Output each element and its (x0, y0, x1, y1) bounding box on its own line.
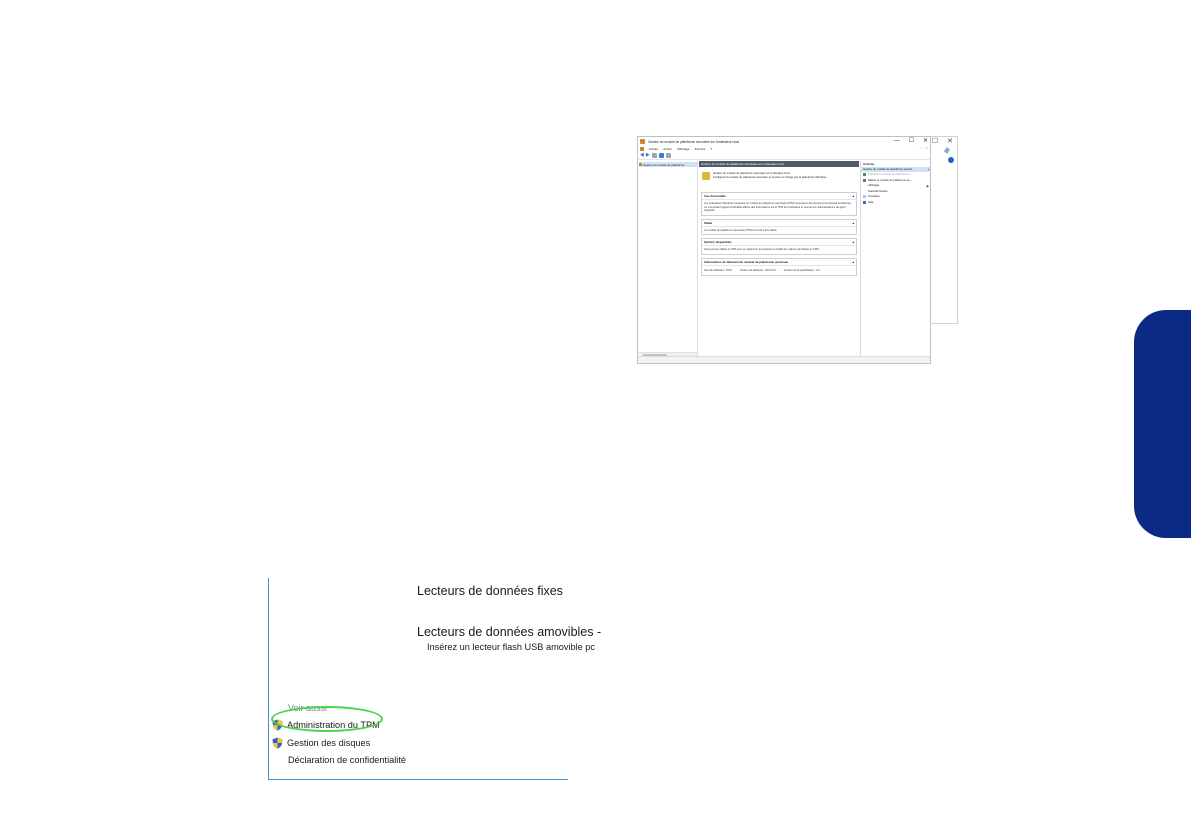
panel-bottom-border (268, 779, 568, 780)
overview-text: Les ordinateurs Windows contenant un mod… (704, 202, 852, 212)
submenu-arrow-icon: ▶ (926, 183, 929, 188)
collapse-icon[interactable]: ▴ (853, 260, 854, 264)
link-label: Déclaration de confidentialité (288, 755, 406, 765)
menu-fichier[interactable]: Fichier (649, 147, 658, 151)
intro: Gestion du module de plateforme sécurisé… (699, 167, 859, 189)
action-label: Affichage (868, 184, 880, 188)
link-privacy-statement[interactable]: Déclaration de confidentialité (288, 755, 406, 765)
options-text: Vous pouvez effacer le TPM pour en suppr… (704, 248, 820, 251)
overview-section: Vue d'ensemble ▴ Les ordinateurs Windows … (701, 192, 857, 216)
intro-line-2: Configurez le module de plateforme sécur… (713, 175, 827, 179)
back-arrow-icon[interactable]: ◀ (640, 153, 644, 158)
maximize-button[interactable]: ☐ (909, 137, 914, 146)
action-label: Actualiser (868, 195, 880, 199)
console-tree: Gestion du module de plateforme (638, 161, 698, 357)
status-section: Statut ▴ Le module de plateforme sécurisé… (701, 218, 857, 235)
window-buttons: — ☐ ✕ (894, 137, 928, 146)
actions-pane: Actions Gestion du module de plateforme … (860, 161, 930, 357)
maximize-icon[interactable]: ☐ (932, 137, 938, 147)
tree-item-tpm[interactable]: Gestion du module de plateforme (639, 162, 697, 167)
collapse-icon[interactable]: ▴ (853, 194, 854, 198)
close-button[interactable]: ✕ (923, 137, 928, 146)
collapse-icon[interactable]: ▴ (853, 221, 854, 225)
collapse-icon[interactable]: ▴ (853, 240, 854, 244)
intro-text: Gestion du module de plateforme sécurisé… (713, 172, 827, 189)
spec-version: Version de la spécification : 2.0 (783, 268, 820, 272)
collapse-icon[interactable]: ▴ (928, 167, 929, 172)
overview-title: Vue d'ensemble (704, 194, 726, 198)
shield-icon (272, 737, 283, 749)
tree-item-label: Gestion du module de plateforme (643, 162, 685, 167)
tpm-app-icon (640, 139, 645, 144)
minimize-button[interactable]: — (894, 137, 900, 146)
center-pane: Gestion du module de plateforme sécurisé… (699, 161, 859, 357)
mdi-buttons: – ▫ × (919, 146, 928, 150)
menu-action[interactable]: Action (663, 147, 672, 151)
menu-affichage[interactable]: Affichage (677, 147, 690, 151)
panel-left-border (268, 578, 269, 779)
action-help[interactable]: Aide (861, 200, 930, 206)
tpm-chip-icon (702, 172, 710, 180)
action-label: Effacer le module de plateforme sé... (868, 178, 912, 182)
manufacturer-section: Informations du fabricant du module de p… (701, 257, 857, 276)
tpm-green-icon (863, 178, 866, 182)
section-thumb-tab (1134, 310, 1191, 538)
menu-help[interactable]: ? (710, 147, 712, 151)
close-icon[interactable]: ✕ (947, 137, 953, 147)
pin-icon (943, 147, 951, 154)
refresh-icon (863, 195, 866, 199)
tpm-green-icon (863, 173, 866, 177)
status-title: Statut (704, 220, 713, 225)
menu-fenetre[interactable]: Fenêtre (695, 147, 706, 151)
status-bar (638, 356, 930, 363)
help-icon (863, 200, 866, 204)
toolbar: ◀ ▶ (638, 152, 930, 160)
mdi-minimize-button[interactable]: – (919, 146, 921, 150)
title-bar: Gestion du module de plateforme sécurisé… (638, 137, 930, 146)
mdi-restore-button[interactable]: ▫ (923, 146, 924, 150)
link-disk-management[interactable]: Gestion des disques (272, 737, 370, 749)
removable-drives-heading: Lecteurs de données amovibles - (417, 625, 602, 639)
removable-drives-hint: Insérez un lecteur flash USB amovible pc (427, 642, 596, 652)
status-text: Le module de plateforme sécurisée (TPM) … (704, 228, 778, 232)
action-label: Nouvelle fenêtre (868, 189, 888, 193)
tpm-node-icon (639, 163, 642, 166)
manufacturer-name: Nom du fabricant : INTC (704, 268, 732, 272)
bitlocker-panel (268, 578, 568, 780)
action-label: Aide (868, 200, 874, 204)
manufacturer-title: Informations du fabricant du module de p… (704, 259, 789, 264)
window-title: Gestion du module de plateforme sécurisé… (648, 139, 739, 144)
help-icon[interactable] (948, 157, 954, 163)
mdi-close-button[interactable]: × (926, 146, 928, 150)
manufacturer-version: Version du fabricant : 403.0.0.0 (739, 268, 776, 272)
options-section: Options disponibles ▴ Vous pouvez effacer… (701, 238, 857, 255)
help-icon[interactable] (658, 153, 664, 158)
fixed-drives-heading: Lecteurs de données fixes (417, 584, 563, 598)
console-icon (640, 147, 644, 151)
tpm-management-window: Gestion du module de plateforme sécurisé… (637, 136, 931, 364)
background-window-buttons: ☐ ✕ (932, 137, 953, 147)
action-label: Préparer le module de plateforme s... (868, 173, 913, 177)
forward-arrow-icon[interactable]: ▶ (646, 153, 650, 158)
actions-subheader-label: Gestion du module de plateforme sécuris.… (863, 168, 915, 171)
action-pane-icon[interactable] (665, 153, 671, 158)
console-tree-icon[interactable] (651, 153, 657, 158)
highlight-ring (271, 706, 383, 732)
options-title: Options disponibles (704, 240, 732, 244)
link-label: Gestion des disques (287, 738, 371, 748)
